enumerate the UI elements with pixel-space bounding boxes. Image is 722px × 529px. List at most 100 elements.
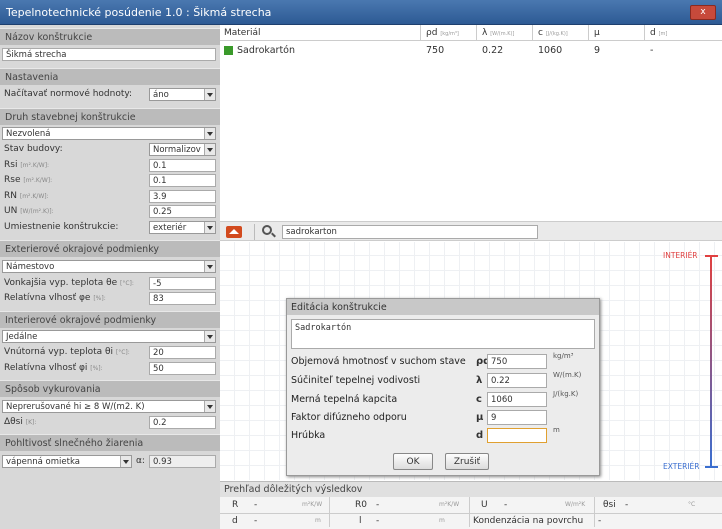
col-sep — [644, 25, 645, 40]
chevron-down-icon — [120, 456, 131, 467]
col-d: d [m] — [650, 25, 667, 40]
summary-header: Prehľad dôležitých výsledkov — [220, 482, 722, 497]
field-d-label: Hrúbka — [291, 430, 326, 441]
field-lambda-sym: λ — [476, 375, 483, 386]
rse-input[interactable]: 0.1 — [149, 174, 216, 187]
toolbar: sadrokarton — [220, 221, 722, 241]
exter-teplota-label: Vonkajšia vyp. teplota θe [°C]: — [4, 278, 134, 288]
chevron-down-icon — [204, 261, 215, 272]
rsi-unit: [m².K/W]: — [20, 162, 50, 169]
col-d-unit: [m] — [658, 31, 668, 37]
exter-vlhkost-text: Relatívna vlhosť φe — [4, 293, 91, 303]
un-input[interactable]: 0.25 — [149, 205, 216, 218]
row-lambda: 0.22 — [482, 45, 504, 56]
row-mu: 9 — [594, 45, 601, 56]
inter-teplota-input[interactable]: 20 — [149, 346, 216, 359]
rse-unit: [m².K/W]: — [23, 177, 53, 184]
ok-button[interactable]: OK — [393, 453, 433, 470]
stav-select[interactable]: Normalizov — [149, 143, 216, 156]
nazov-input[interactable]: Šikmá strecha — [2, 48, 216, 61]
dialog-title: Editácia konštrukcie — [287, 299, 599, 315]
rsi-label: Rsi [m².K/W]: — [4, 160, 49, 170]
summary-divider — [220, 513, 722, 514]
field-d-sym: d — [476, 430, 484, 441]
exter-select[interactable]: Námestovo — [2, 260, 216, 273]
normove-label: Načítavať normové hodnoty: — [4, 89, 133, 99]
search-input[interactable]: sadrokarton — [282, 225, 538, 239]
exter-vlhkost-input[interactable]: 83 — [149, 292, 216, 305]
field-c-sym: c — [476, 394, 482, 405]
field-c-input[interactable]: 1060 — [487, 392, 547, 407]
dt-input[interactable]: 0.2 — [149, 416, 216, 429]
normove-select[interactable]: áno — [149, 88, 216, 101]
dt-unit: [K]: — [25, 419, 37, 426]
field-mu-label: Faktor difúzneho odporu — [291, 412, 407, 423]
dialog-name-field[interactable]: Sadrokartón — [291, 319, 595, 349]
inter-select-value: Jedálne — [6, 332, 38, 342]
temperature-line — [710, 256, 712, 466]
sum-d-value: - — [254, 516, 258, 526]
rse-label-text: Rse — [4, 175, 21, 185]
col-d-label: d — [650, 28, 656, 38]
edit-dialog: Editácia konštrukcie Sadrokartón Objemov… — [286, 298, 600, 476]
umiestnenie-select[interactable]: exteriér — [149, 221, 216, 234]
rse-label: Rse [m².K/W]: — [4, 175, 52, 185]
sum-r-key: R — [232, 500, 239, 510]
field-rho-label: Objemová hmotnosť v suchom stave — [291, 356, 466, 367]
chevron-down-icon — [204, 401, 215, 412]
inter-teplota-text: Vnútorná vyp. teplota θi — [4, 347, 114, 357]
sum-r0-key: R0 — [355, 500, 367, 510]
field-rho-unit: kg/m³ — [553, 352, 574, 360]
sum-kond-key: Kondenzácia na povrchu — [473, 516, 584, 526]
field-c-unit: J/(kg.K) — [553, 390, 579, 398]
cancel-button[interactable]: Zrušiť — [445, 453, 489, 470]
field-mu-input[interactable]: 9 — [487, 410, 547, 425]
section-druh-header: Druh stavebnej konštrukcie — [0, 108, 220, 125]
pohlt-select[interactable]: vápenná omietka — [2, 455, 132, 468]
field-rho-input[interactable]: 750 — [487, 354, 547, 369]
sum-r0-value: - — [376, 500, 380, 510]
summary-sep — [329, 497, 330, 527]
un-label-text: UN — [4, 206, 18, 216]
col-sep — [532, 25, 533, 40]
alpha-value: 0.93 — [149, 455, 216, 468]
row-name[interactable]: Sadrokartón — [237, 45, 295, 56]
col-rho-label: ρd — [426, 28, 438, 38]
col-lambda-unit: [W/(m.K)] — [490, 31, 515, 37]
field-lambda-input[interactable]: 0.22 — [487, 373, 547, 388]
rsi-input[interactable]: 0.1 — [149, 159, 216, 172]
inter-select[interactable]: Jedálne — [2, 330, 216, 343]
sum-theta-key: θsi — [603, 500, 616, 510]
sum-u-key: U — [481, 500, 488, 510]
col-c: c [J/(kg.K)] — [538, 25, 568, 40]
summary-sep — [469, 497, 470, 527]
exter-teplota-input[interactable]: -5 — [149, 277, 216, 290]
material-icon — [224, 46, 233, 55]
inter-teplota-label: Vnútorná vyp. teplota θi [°C]: — [4, 347, 130, 357]
alpha-label: α: — [136, 456, 145, 466]
col-rho: ρd [kg/m³] — [426, 25, 459, 40]
rsi-label-text: Rsi — [4, 160, 18, 170]
window-title-bar: Tepelnotechnické posúdenie 1.0 : Šikmá s… — [0, 0, 722, 25]
exterior-marker — [705, 466, 718, 468]
col-material: Materiál — [224, 28, 261, 38]
vykur-select-value: Neprerušované hi ≥ 8 W/(m2. K) — [6, 402, 145, 412]
section-nastavenia-header: Nastavenia — [0, 68, 220, 85]
rn-input[interactable]: 3.9 — [149, 190, 216, 203]
druh-select[interactable]: Nezvolená — [2, 127, 216, 140]
field-d-input[interactable] — [487, 428, 547, 443]
inter-vlhkost-input[interactable]: 50 — [149, 362, 216, 375]
home-icon[interactable] — [226, 226, 242, 238]
field-lambda-label: Súčiniteľ tepelnej vodivosti — [291, 375, 421, 386]
exter-vlhkost-label: Relatívna vlhosť φe [%]: — [4, 293, 106, 303]
sum-d-unit: m — [315, 517, 321, 524]
col-sep — [588, 25, 589, 40]
section-pohlt-header: Pohltivosť slnečného žiarenia — [0, 434, 220, 451]
close-button[interactable]: x — [690, 5, 716, 20]
un-label: UN [W/(m².K)]: — [4, 206, 54, 216]
field-mu-sym: μ — [476, 412, 484, 423]
vykur-select[interactable]: Neprerušované hi ≥ 8 W/(m2. K) — [2, 400, 216, 413]
exter-select-value: Námestovo — [6, 262, 55, 272]
main-panel: Materiál ρd [kg/m³] λ [W/(m.K)] c [J/(kg… — [220, 25, 722, 529]
umiestnenie-select-value: exteriér — [153, 223, 187, 233]
